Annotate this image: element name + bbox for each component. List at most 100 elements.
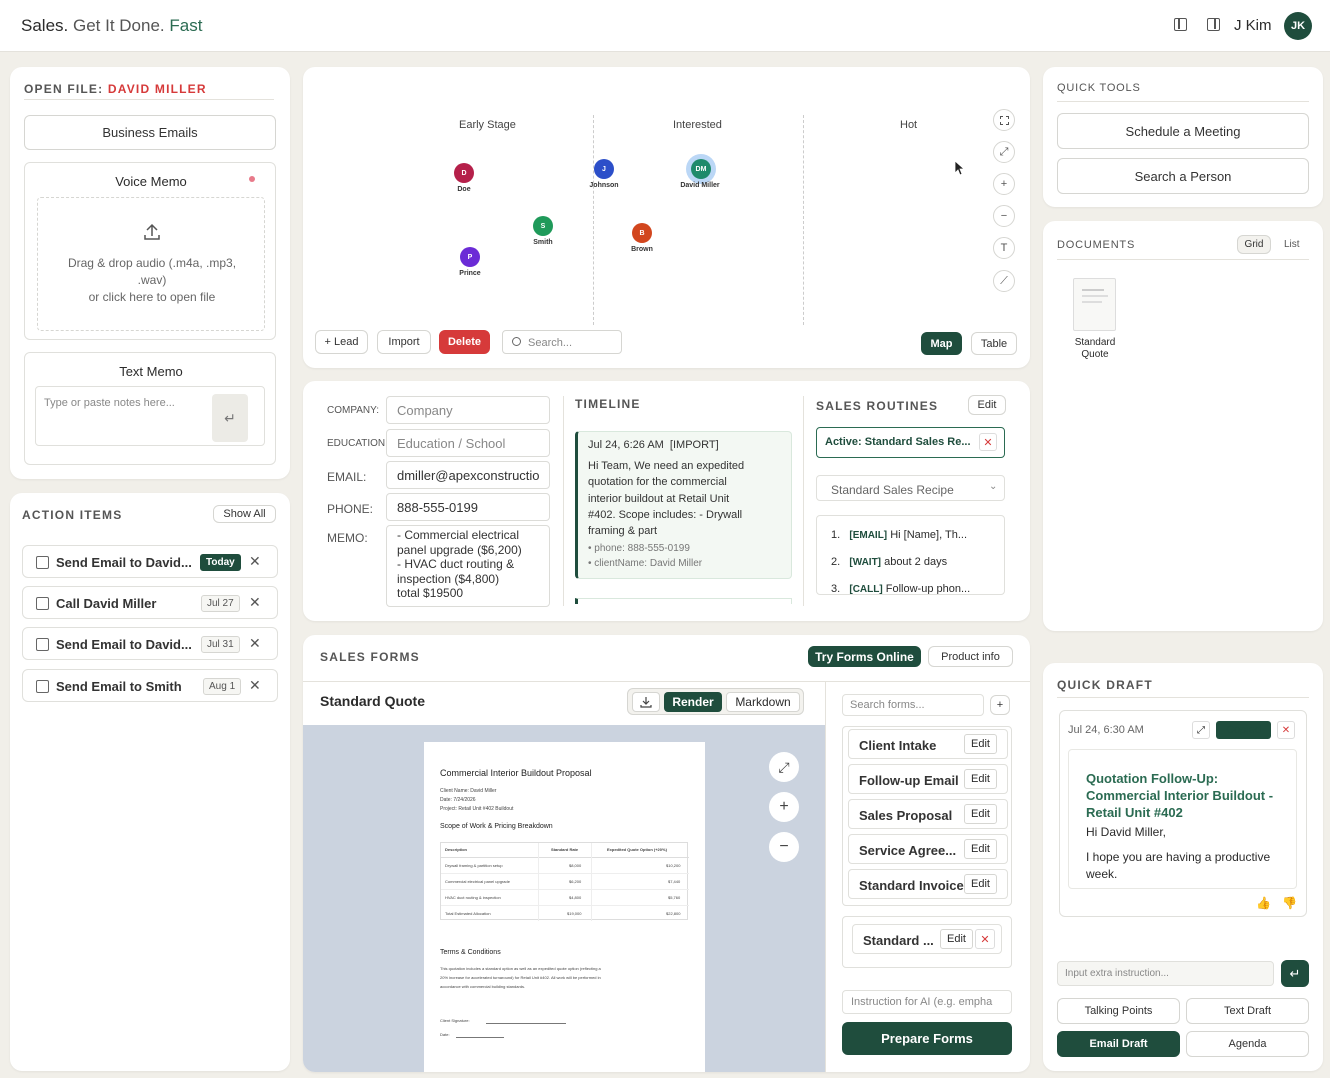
add-lead-button[interactable]: + Lead <box>315 330 368 354</box>
custom-form-item[interactable]: Standard ... Edit ✕ <box>852 924 1002 954</box>
form-item[interactable]: Standard Invoice Edit <box>848 869 1008 899</box>
form-item[interactable]: Service Agree... Edit <box>848 834 1008 864</box>
active-routine[interactable]: Active: Standard Sales Re... ✕ <box>816 427 1005 458</box>
form-edit-button[interactable]: Edit <box>964 839 997 859</box>
action-item[interactable]: Send Email to Smith Aug 1 ✕ <box>22 669 278 702</box>
routine-select[interactable]: Standard Sales Recipe ⌄ <box>816 475 1005 501</box>
memo-textarea[interactable]: - Commercial electrical panel upgrade ($… <box>386 525 550 607</box>
expand-icon[interactable]: ⤢ <box>993 141 1015 163</box>
thumbs-up-icon[interactable]: 👍 <box>1256 896 1271 910</box>
form-item[interactable]: Sales Proposal Edit <box>848 799 1008 829</box>
form-edit-button[interactable]: Edit <box>964 769 997 789</box>
business-emails-button[interactable]: Business Emails <box>24 115 276 150</box>
schedule-meeting-button[interactable]: Schedule a Meeting <box>1057 113 1309 149</box>
table-rule <box>441 857 689 858</box>
checkbox[interactable] <box>36 680 49 693</box>
documents-panel: DOCUMENTS Grid List Standard Quote <box>1043 221 1323 631</box>
form-edit-button[interactable]: Edit <box>964 804 997 824</box>
grid-view-button[interactable]: Grid <box>1237 235 1271 254</box>
checkbox[interactable] <box>36 597 49 610</box>
forms-search-input[interactable]: Search forms... <box>842 694 984 716</box>
panel-left-icon[interactable] <box>1174 18 1187 31</box>
form-edit-button[interactable]: Edit <box>964 734 997 754</box>
education-field[interactable]: Education / School <box>386 429 550 457</box>
lead-node[interactable]: B <box>632 223 652 243</box>
routines-edit-button[interactable]: Edit <box>968 395 1006 415</box>
form-edit-button[interactable]: Edit <box>964 874 997 894</box>
extra-instruction-input[interactable]: Input extra instruction... <box>1057 961 1274 986</box>
select-area-icon[interactable] <box>993 109 1015 131</box>
product-info-button[interactable]: Product info <box>928 646 1013 667</box>
stage-divider <box>803 115 804 325</box>
avatar[interactable]: JK <box>1284 12 1312 40</box>
markdown-button[interactable]: Markdown <box>726 692 800 712</box>
file-icon[interactable] <box>1073 278 1116 331</box>
download-icon[interactable] <box>632 692 660 712</box>
action-item[interactable]: Send Email to David... Today ✕ <box>22 545 278 578</box>
list-view-button[interactable]: List <box>1284 239 1300 250</box>
send-instruction-button[interactable]: ↵ <box>1281 960 1309 987</box>
remove-icon[interactable]: ✕ <box>249 594 261 611</box>
preview-zoom-in-icon[interactable]: + <box>769 792 799 822</box>
phone-field[interactable]: 888-555-0199 <box>386 493 550 521</box>
email-draft-button[interactable]: Email Draft <box>1057 1031 1180 1057</box>
import-button[interactable]: Import <box>377 330 431 354</box>
form-edit-button[interactable]: Edit <box>940 929 973 949</box>
stage-divider <box>593 115 594 325</box>
table-view-button[interactable]: Table <box>971 332 1017 355</box>
remove-icon[interactable]: ✕ <box>249 635 261 652</box>
try-forms-online-button[interactable]: Try Forms Online <box>808 646 921 667</box>
lead-node[interactable]: D <box>454 163 474 183</box>
delete-button[interactable]: Delete <box>439 330 490 354</box>
icon-part <box>1178 19 1180 29</box>
show-all-button[interactable]: Show All <box>213 505 276 523</box>
talking-points-button[interactable]: Talking Points <box>1057 998 1180 1024</box>
checkbox[interactable] <box>36 638 49 651</box>
icon-part <box>1082 295 1108 297</box>
company-field[interactable]: Company <box>386 396 550 424</box>
divider <box>563 396 564 606</box>
copied-badge[interactable]: Copied <box>1216 721 1271 739</box>
remove-icon[interactable]: ✕ <box>249 553 261 570</box>
zoom-in-icon[interactable]: + <box>993 173 1015 195</box>
agenda-button[interactable]: Agenda <box>1186 1031 1309 1057</box>
memo-submit-button[interactable]: ↵ <box>212 394 248 442</box>
draft-expand-icon[interactable]: ⤢ <box>1192 721 1210 739</box>
lead-node[interactable]: P <box>460 247 480 267</box>
close-draft-icon[interactable]: ✕ <box>1277 721 1295 739</box>
checkbox[interactable] <box>36 556 49 569</box>
ai-instruction-input[interactable]: Instruction for AI (e.g. empha <box>842 990 1012 1014</box>
map-search-input[interactable]: Search... <box>502 330 622 354</box>
preview-zoom-out-icon[interactable]: − <box>769 832 799 862</box>
search-person-button[interactable]: Search a Person <box>1057 158 1309 194</box>
remove-icon[interactable]: ✕ <box>249 677 261 694</box>
action-item[interactable]: Call David Miller Jul 27 ✕ <box>22 586 278 619</box>
lead-node[interactable]: S <box>533 216 553 236</box>
form-preview-area: Commercial Interior Buildout Proposal Cl… <box>303 725 825 1072</box>
email-field[interactable]: dmiller@apexconstructio <box>386 461 550 489</box>
panel-right-icon[interactable] <box>1207 18 1220 31</box>
record-dot-icon[interactable] <box>249 176 255 182</box>
connect-icon[interactable]: ⟋ <box>993 270 1015 292</box>
audio-drop-zone[interactable]: Drag & drop audio (.m4a, .mp3, .wav) or … <box>37 197 265 331</box>
timeline-entry[interactable]: Jul 24, 6:26 AM [IMPORT] Hi Team, We nee… <box>575 431 792 579</box>
form-item[interactable]: Client Intake Edit <box>848 729 1008 759</box>
prepare-forms-button[interactable]: Prepare Forms <box>842 1022 1012 1055</box>
thumbs-down-icon[interactable]: 👎 <box>1282 896 1297 910</box>
add-form-button[interactable]: + <box>990 695 1010 715</box>
render-button[interactable]: Render <box>664 692 722 712</box>
text-draft-button[interactable]: Text Draft <box>1186 998 1309 1024</box>
memo-input[interactable]: Type or paste notes here... ↵ <box>35 386 265 446</box>
step-number: 1. <box>831 529 841 541</box>
action-item[interactable]: Send Email to David... Jul 31 ✕ <box>22 627 278 660</box>
remove-form-icon[interactable]: ✕ <box>975 929 995 949</box>
lead-node-selected[interactable]: DM <box>691 159 711 179</box>
form-item[interactable]: Follow-up Email Edit <box>848 764 1008 794</box>
map-view-button[interactable]: Map <box>921 332 962 355</box>
education-label: EDUCATION: <box>327 438 388 449</box>
remove-routine-icon[interactable]: ✕ <box>979 433 997 451</box>
zoom-out-icon[interactable]: − <box>993 205 1015 227</box>
preview-expand-icon[interactable]: ⤢ <box>769 752 799 782</box>
lead-node[interactable]: J <box>594 159 614 179</box>
text-tool-icon[interactable]: T <box>993 237 1015 259</box>
